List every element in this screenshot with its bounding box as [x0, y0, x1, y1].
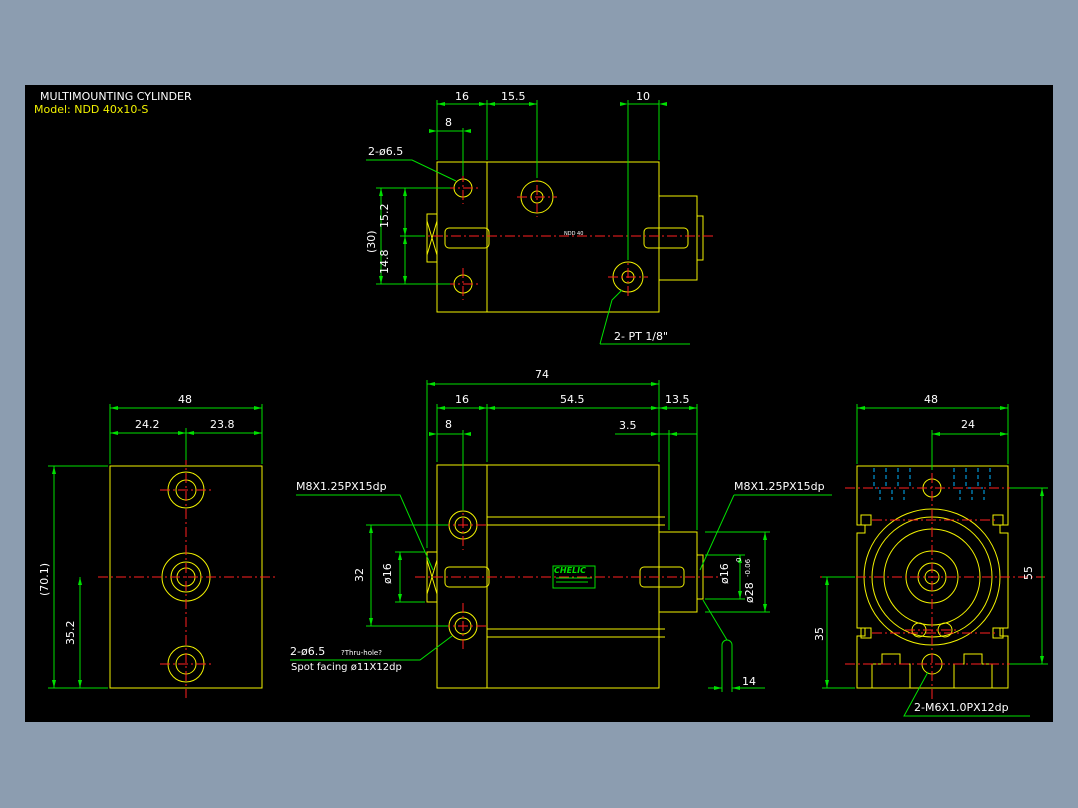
dim-front-14: 14	[742, 675, 756, 688]
callout-top-holes: 2-ø6.5	[368, 145, 404, 158]
callout-thread-right: M8X1.25PX15dp	[734, 480, 825, 493]
dim-top-30: (30)	[365, 230, 378, 253]
dim-right-35: 35	[813, 627, 826, 641]
dim-left-35-2: 35.2	[64, 620, 77, 646]
dim-left-23-8: 23.8	[210, 418, 235, 431]
front-view	[290, 380, 832, 692]
dim-front-tol-lower: -0.06	[744, 558, 752, 577]
top-view-outline	[426, 161, 704, 313]
dim-top-10: 10	[636, 90, 650, 103]
drawing-sheet: MULTIMOUNTING CYLINDER Model: NDD 40x10-…	[25, 85, 1053, 722]
top-tag: NDD 40	[564, 231, 584, 237]
top-view	[366, 100, 715, 345]
dim-top-8: 8	[445, 116, 452, 129]
callout-thru-hole: ?Thru-hole?	[341, 649, 382, 657]
right-view	[820, 404, 1048, 717]
top-view-arrows	[379, 102, 667, 284]
dim-top-14-8: 14.8	[378, 249, 391, 275]
dim-front-tol-upper: 0	[735, 557, 743, 562]
dim-front-8: 8	[445, 418, 452, 431]
top-view-dims	[366, 100, 690, 345]
callout-holes: 2-ø6.5	[290, 645, 326, 658]
dim-front-13-5: 13.5	[665, 393, 690, 406]
dim-front-16: 16	[455, 393, 469, 406]
dim-right-55: 55	[1022, 566, 1035, 580]
dim-front-32: 32	[353, 568, 366, 582]
callout-right-bottom: 2-M6X1.0PX12dp	[914, 701, 1009, 714]
brand-label: CHELIC	[554, 566, 586, 575]
dim-front-3-5: 3.5	[619, 419, 637, 432]
front-view-arrows	[369, 382, 767, 690]
dim-front-74: 74	[535, 368, 549, 381]
dim-top-15-2: 15.2	[378, 203, 391, 229]
left-view-dims	[48, 404, 263, 689]
dim-top-16: 16	[455, 90, 469, 103]
dim-top-15-5: 15.5	[501, 90, 526, 103]
dim-left-24-2: 24.2	[135, 418, 160, 431]
dim-left-48: 48	[178, 393, 192, 406]
left-view-arrows	[52, 406, 262, 688]
dim-left-70-1: (70.1)	[38, 562, 51, 596]
dim-right-24: 24	[961, 418, 975, 431]
dim-right-48: 48	[924, 393, 938, 406]
dim-front-54-5: 54.5	[560, 393, 585, 406]
callout-thread-left: M8X1.25PX15dp	[296, 480, 387, 493]
left-view	[48, 404, 275, 698]
right-view-dims	[822, 404, 1048, 717]
callout-top-ports: 2- PT 1/8"	[614, 330, 669, 343]
right-view-arrows	[825, 406, 1044, 688]
front-view-dims	[290, 380, 832, 692]
callout-spot-facing: Spot facing ø11X12dp	[291, 662, 402, 673]
left-view-centerlines	[98, 455, 275, 698]
dim-front-dia16-right: ø16	[718, 563, 731, 584]
dim-front-dia16-left: ø16	[381, 563, 394, 584]
dim-front-dia28: ø28	[743, 582, 756, 603]
